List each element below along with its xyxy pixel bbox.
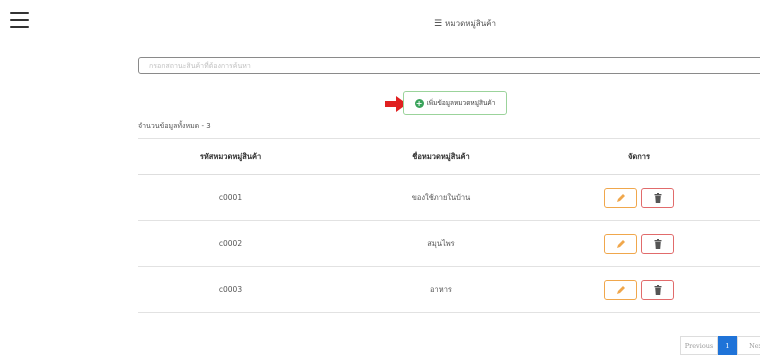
cell-actions	[559, 266, 719, 313]
category-page: ☰หมวดหมู่สินค้า + เพิ่มข้อมูลหมวดหมู่สิน…	[0, 0, 760, 356]
edit-button[interactable]	[604, 233, 637, 254]
header-category-name: ชื่อหมวดหมู่สินค้า	[323, 138, 559, 175]
pagination-next[interactable]: Next	[737, 336, 760, 355]
page-title: ☰ หมวดหมู่สินค้า	[0, 17, 760, 30]
table-row: c0003 อาหาร	[138, 266, 760, 313]
edit-button[interactable]	[604, 187, 637, 208]
search-input[interactable]	[138, 57, 760, 74]
edit-button[interactable]	[604, 279, 637, 300]
pagination-page-1[interactable]: 1	[718, 336, 737, 355]
delete-button[interactable]	[641, 187, 674, 208]
trash-icon	[654, 192, 661, 203]
delete-button[interactable]	[641, 279, 674, 300]
header-actions: จัดการ	[559, 138, 719, 175]
plus-circle-icon: +	[414, 98, 424, 108]
cell-spacer	[719, 174, 760, 221]
pagination: Previous 1 Next	[680, 336, 760, 355]
pencil-icon	[616, 285, 625, 294]
pencil-icon	[616, 193, 625, 202]
cell-category-name: ของใช้ภายในบ้าน	[323, 174, 559, 221]
add-category-button[interactable]: + เพิ่มข้อมูลหมวดหมู่สินค้า	[403, 91, 507, 115]
table-row: c0001 ของใช้ภายในบ้าน	[138, 174, 760, 221]
page-title-text: หมวดหมู่สินค้า	[445, 19, 497, 28]
add-category-label: เพิ่มข้อมูลหมวดหมู่สินค้า	[426, 99, 496, 107]
cell-spacer	[719, 220, 760, 267]
cell-category-name: อาหาร	[323, 266, 559, 313]
cell-spacer	[719, 266, 760, 313]
delete-button[interactable]	[641, 233, 674, 254]
cell-actions	[559, 174, 719, 221]
list-icon: ☰	[433, 19, 443, 29]
table-header-row: รหัสหมวดหมู่สินค้า ชื่อหมวดหมู่สินค้า จั…	[138, 138, 760, 175]
pencil-icon	[616, 239, 625, 248]
cell-category-code: c0002	[138, 220, 323, 267]
cell-actions	[559, 220, 719, 267]
cell-category-name: สมุนไพร	[323, 220, 559, 267]
total-count: จำนวนข้อมูลทั้งหมด - 3	[138, 122, 211, 130]
pagination-previous[interactable]: Previous	[680, 336, 718, 355]
header-spacer	[719, 138, 760, 175]
trash-icon	[654, 238, 661, 249]
category-table: รหัสหมวดหมู่สินค้า ชื่อหมวดหมู่สินค้า จั…	[138, 138, 760, 313]
header-category-code: รหัสหมวดหมู่สินค้า	[138, 138, 323, 175]
table-row: c0002 สมุนไพร	[138, 220, 760, 267]
cell-category-code: c0001	[138, 174, 323, 221]
cell-category-code: c0003	[138, 266, 323, 313]
trash-icon	[654, 284, 661, 295]
